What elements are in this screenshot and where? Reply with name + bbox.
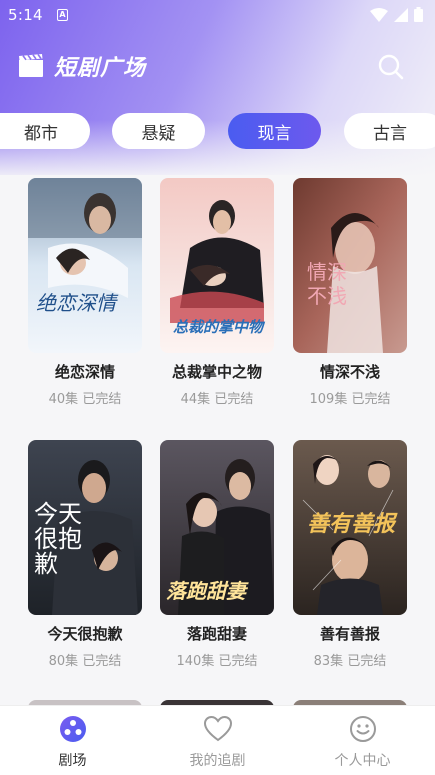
drama-meta: 109集 已完结 (293, 388, 407, 407)
drama-poster: 落跑甜妻 (160, 440, 274, 615)
drama-title: 落跑甜妻 (186, 625, 247, 643)
nav-label: 个人中心 (334, 753, 391, 769)
drama-card[interactable]: 情深不浅 情深不浅 109集 已完结 (293, 178, 407, 407)
drama-title: 善有善报 (319, 625, 380, 643)
tab-xuanyi[interactable]: 悬疑 (112, 113, 205, 149)
tab-label: 悬疑 (141, 123, 176, 144)
heart-icon (203, 715, 232, 742)
drama-title: 总裁掌中之物 (171, 363, 262, 381)
notification-icon: A (57, 9, 68, 21)
tab-label: 古言 (373, 123, 407, 144)
drama-meta: 80集 已完结 (28, 650, 142, 669)
status-time: 5:14 (8, 6, 43, 24)
episode-count: 140集 (176, 654, 215, 669)
drama-card[interactable]: 落跑甜妻 落跑甜妻 140集 已完结 (160, 440, 274, 669)
wifi-icon (370, 7, 388, 22)
episode-count: 109集 (309, 392, 348, 407)
nav-theater[interactable]: 剧场 (0, 714, 145, 770)
clapperboard-icon (19, 54, 43, 77)
drama-meta: 44集 已完结 (160, 388, 274, 407)
drama-poster: 情深不浅 (293, 178, 407, 353)
tab-label: 现言 (257, 123, 292, 144)
drama-poster: 善有善报 (293, 440, 407, 615)
poster-title: 情深不浅 (307, 260, 347, 308)
battery-icon (414, 7, 423, 22)
drama-status: 已完结 (347, 654, 387, 669)
drama-card[interactable]: 善有善报 善有善报 83集 已完结 (293, 440, 407, 669)
drama-title: 绝恋深情 (54, 363, 115, 381)
drama-status: 已完结 (218, 654, 258, 669)
bottom-nav: 剧场 我的追剧 个人中心 (0, 705, 435, 775)
drama-meta: 83集 已完结 (293, 650, 407, 669)
nav-my-follows[interactable]: 我的追剧 (145, 714, 290, 770)
app-title-row: 短剧广场 (18, 48, 146, 84)
drama-poster: 绝恋深情 (28, 178, 142, 353)
tab-guyan[interactable]: 古言 (344, 113, 435, 149)
smiley-icon (349, 716, 376, 742)
category-tabs: 都市 悬疑 现言 古言 (0, 113, 435, 151)
nav-profile[interactable]: 个人中心 (290, 714, 435, 770)
drama-status: 已完结 (82, 392, 122, 407)
nav-label: 剧场 (58, 753, 87, 769)
tab-label: 都市 (24, 123, 58, 144)
episode-count: 83集 (313, 654, 344, 669)
drama-card[interactable]: 今天很抱歉 今天很抱歉 80集 已完结 (28, 440, 142, 669)
episode-count: 80集 (48, 654, 79, 669)
poster-title: 总裁的掌中物 (172, 318, 263, 336)
drama-status: 已完结 (214, 392, 254, 407)
drama-meta: 140集 已完结 (160, 650, 274, 669)
drama-card[interactable]: 绝恋深情 绝恋深情 40集 已完结 (28, 178, 142, 407)
search-icon (378, 54, 404, 80)
tab-xianyan[interactable]: 现言 (228, 113, 321, 149)
drama-status: 已完结 (351, 392, 391, 407)
poster-title: 落跑甜妻 (166, 579, 246, 603)
episode-count: 40集 (48, 392, 79, 407)
status-bar: 5:14 A (0, 0, 435, 30)
signal-icon (394, 7, 408, 22)
episode-count: 44集 (180, 392, 211, 407)
tab-dushi[interactable]: 都市 (0, 113, 90, 149)
search-button[interactable] (376, 52, 406, 82)
drama-poster: 今天很抱歉 (28, 440, 142, 615)
nav-label: 我的追剧 (189, 753, 246, 769)
drama-poster: 总裁的掌中物 (160, 178, 274, 353)
poster-title: 绝恋深情 (36, 291, 116, 315)
poster-title: 今天很抱歉 (34, 500, 82, 579)
page-title: 短剧广场 (54, 56, 147, 81)
drama-title: 情深不浅 (319, 363, 380, 381)
status-icons (370, 7, 423, 22)
drama-status: 已完结 (82, 654, 122, 669)
theater-icon (59, 716, 86, 742)
drama-title: 今天很抱歉 (47, 625, 123, 643)
drama-meta: 40集 已完结 (28, 388, 142, 407)
drama-card[interactable]: 总裁的掌中物 总裁掌中之物 44集 已完结 (160, 178, 274, 407)
poster-title: 善有善报 (306, 512, 395, 537)
